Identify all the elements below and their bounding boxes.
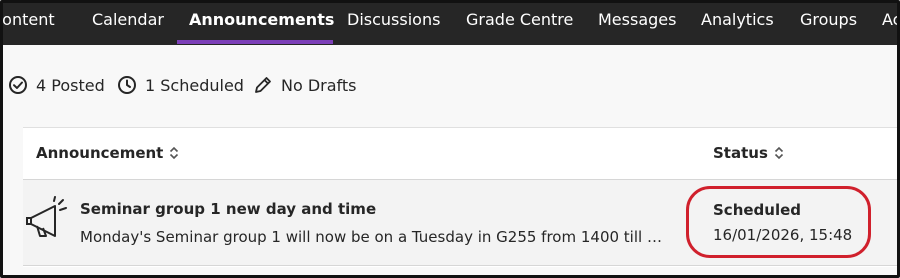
scheduled-count-label: 1 Scheduled	[145, 75, 244, 95]
tab-groups[interactable]: Groups	[800, 3, 857, 45]
tab-analytics[interactable]: Analytics	[701, 3, 774, 45]
sort-icon	[170, 146, 179, 160]
announcement-preview: Monday's Seminar group 1 will now be on …	[80, 228, 670, 246]
tab-content[interactable]: Content	[3, 3, 55, 45]
active-tab-indicator	[177, 40, 333, 44]
drafts-count[interactable]: No Drafts	[253, 75, 357, 95]
clock-icon	[118, 76, 136, 94]
table-header: Announcement Status	[23, 128, 897, 180]
tab-messages[interactable]: Messages	[598, 3, 676, 45]
tab-discussions[interactable]: Discussions	[347, 3, 440, 45]
announcements-panel: Content Calendar Announcements Discussio…	[0, 0, 900, 278]
announcement-header-label: Announcement	[36, 144, 164, 162]
sort-icon	[774, 146, 783, 160]
check-circle-icon	[9, 76, 27, 94]
tab-announcements[interactable]: Announcements	[189, 3, 334, 45]
announcement-counts: 4 Posted 1 Scheduled No Drafts	[3, 45, 897, 129]
scheduled-count[interactable]: 1 Scheduled	[117, 75, 244, 95]
announcements-table: Announcement Status Seminar group 1 new …	[23, 127, 897, 267]
status-header-label: Status	[713, 144, 768, 162]
tab-overflow[interactable]: Ac	[882, 3, 897, 45]
course-nav-bar: Content Calendar Announcements Discussio…	[3, 3, 897, 45]
table-row[interactable]: Seminar group 1 new day and time Monday'…	[23, 180, 897, 266]
status-column-header[interactable]: Status	[713, 144, 784, 162]
pencil-icon	[255, 77, 271, 93]
status-highlight-circle	[686, 186, 871, 258]
tab-calendar[interactable]: Calendar	[92, 3, 164, 45]
megaphone-icon	[26, 196, 67, 237]
announcement-column-header[interactable]: Announcement	[36, 144, 179, 162]
status-badge: Scheduled	[713, 201, 802, 219]
posted-count-label: 4 Posted	[36, 75, 105, 95]
drafts-count-label: No Drafts	[281, 75, 357, 95]
scheduled-date: 16/01/2026, 15:48	[713, 226, 853, 244]
tab-grade-centre[interactable]: Grade Centre	[466, 3, 573, 45]
announcement-title[interactable]: Seminar group 1 new day and time	[80, 200, 376, 218]
posted-count[interactable]: 4 Posted	[8, 75, 105, 95]
